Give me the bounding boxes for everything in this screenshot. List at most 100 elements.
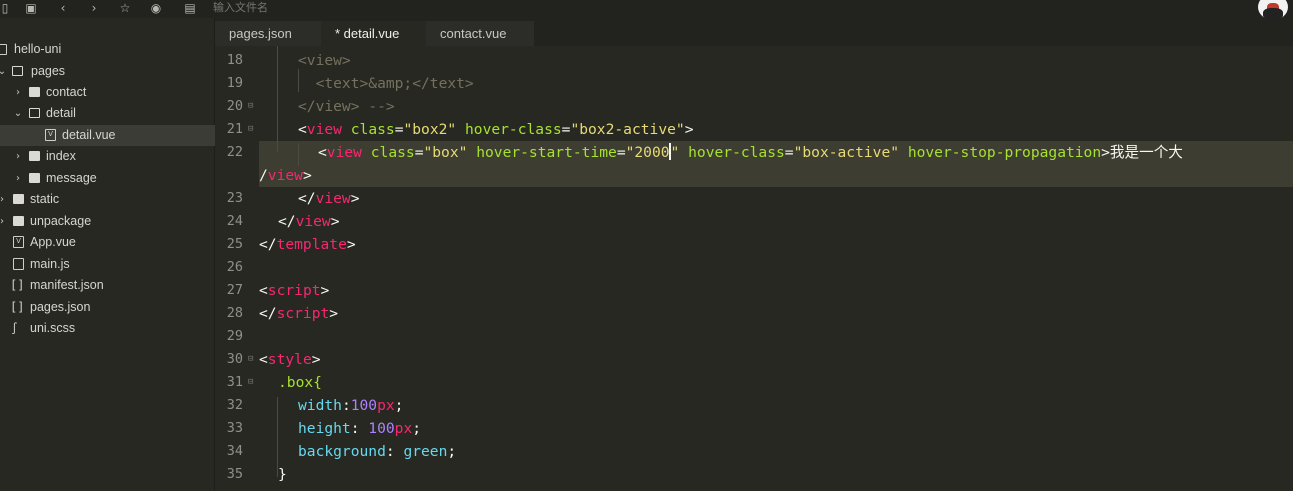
code-line: </template> <box>259 236 356 253</box>
json-file-icon: [] <box>10 300 25 314</box>
code-line: <style> <box>259 351 321 368</box>
line-number: 35 <box>226 466 243 482</box>
code-line-wrapped: /view> <box>259 167 312 184</box>
line-number: 19 <box>226 75 243 91</box>
line-number: 24 <box>226 213 243 229</box>
line-number: 22 <box>226 144 243 160</box>
forward-icon[interactable]: › <box>87 1 101 15</box>
tree-item-label: pages.json <box>30 300 91 314</box>
fold-icon[interactable]: ⊟ <box>248 118 256 141</box>
save-icon[interactable]: ▣ <box>24 1 38 15</box>
js-file-icon <box>13 258 24 270</box>
line-number: 31 <box>226 374 243 390</box>
tree-item-manifest-json[interactable]: [] manifest.json <box>0 275 215 296</box>
fold-icon[interactable]: ⊟ <box>248 348 256 371</box>
folder-icon <box>29 87 40 97</box>
line-number: 27 <box>226 282 243 298</box>
line-number: 32 <box>226 397 243 413</box>
run-icon[interactable]: ◉ <box>149 1 163 15</box>
scss-file-icon: ∫ <box>11 322 18 335</box>
line-number: 26 <box>226 259 243 275</box>
code-line-current: <view class="box" hover-start-time="2000… <box>318 143 1183 161</box>
tree-item-label: unpackage <box>30 214 92 228</box>
tree-item-static[interactable]: › static <box>0 189 215 210</box>
code-line: <view> <box>298 52 351 69</box>
chevron-right-icon[interactable]: › <box>0 211 7 232</box>
line-number: 33 <box>226 420 243 436</box>
tree-item-message[interactable]: › message <box>0 168 215 189</box>
tree-item-label: detail <box>46 106 76 120</box>
tree-item-contact[interactable]: › contact <box>0 82 215 103</box>
tree-item-main-js[interactable]: main.js <box>0 254 215 275</box>
tree-item-pages[interactable]: ⌄ pages <box>0 61 215 82</box>
code-line: background: green; <box>298 443 457 460</box>
line-number: 29 <box>226 328 243 344</box>
fold-icon[interactable]: ⊟ <box>248 371 256 394</box>
project-icon <box>0 44 7 55</box>
folder-open-icon <box>29 108 40 118</box>
line-number: 34 <box>226 443 243 459</box>
indent-guide <box>298 143 299 166</box>
tree-item-hello-uni[interactable]: hello-uni <box>0 39 215 60</box>
code-line: </view> <box>278 213 340 230</box>
tree-item-label: message <box>46 171 97 185</box>
tab-contact-vue[interactable]: contact.vue <box>426 21 534 46</box>
tree-item-unpackage[interactable]: › unpackage <box>0 211 215 232</box>
file-search-input[interactable] <box>213 0 493 16</box>
code-line: <view class="box2" hover-class="box2-act… <box>298 121 694 138</box>
project-explorer: hello-uni ⌄ pages › contact ⌄ detail V d… <box>0 18 215 491</box>
tree-item-label: static <box>30 192 60 206</box>
toolbar: ▯ ▣ ‹ › ☆ ◉ ▤ <box>0 0 1293 20</box>
tree-item-detail[interactable]: ⌄ detail <box>0 103 215 124</box>
tree-item-label: contact <box>46 85 87 99</box>
star-icon[interactable]: ☆ <box>118 1 132 15</box>
tree-item-label: uni.scss <box>30 321 76 335</box>
line-number: 25 <box>226 236 243 252</box>
folder-icon <box>13 216 24 226</box>
code-line: width:100px; <box>298 397 404 414</box>
preview-icon[interactable]: ▤ <box>183 1 197 15</box>
line-number: 20 <box>226 98 243 114</box>
chevron-right-icon[interactable]: › <box>13 146 23 167</box>
tree-item-label: index <box>46 149 76 163</box>
folder-icon <box>29 151 40 161</box>
code-editor[interactable]: 18 19 20 ⊟ 21 ⊟ 22 23 24 25 26 27 28 29 … <box>215 46 1293 491</box>
tree-item-label: manifest.json <box>30 278 104 292</box>
tree-item-uni-scss[interactable]: ∫ uni.scss <box>0 318 215 339</box>
chevron-down-icon[interactable]: ⌄ <box>13 103 23 124</box>
code-line: </script> <box>259 305 339 322</box>
tree-item-label: main.js <box>30 257 70 271</box>
line-number: 23 <box>226 190 243 206</box>
tree-item-label: pages <box>31 64 66 78</box>
tree-item-pages-json[interactable]: [] pages.json <box>0 297 215 318</box>
folder-open-icon <box>12 66 23 76</box>
code-line: </view> --> <box>298 98 395 115</box>
tree-item-index[interactable]: › index <box>0 146 215 167</box>
line-number: 18 <box>226 52 243 68</box>
chevron-right-icon[interactable]: › <box>13 168 23 189</box>
chevron-right-icon[interactable]: › <box>0 189 7 210</box>
tab-bar: pages.json * detail.vue contact.vue <box>215 18 1293 46</box>
back-icon[interactable]: ‹ <box>56 1 70 15</box>
avatar[interactable] <box>1258 0 1288 20</box>
tab-pages-json[interactable]: pages.json <box>215 21 325 46</box>
line-number: 28 <box>226 305 243 321</box>
chevron-right-icon[interactable]: › <box>13 82 23 103</box>
code-line: height: 100px; <box>298 420 422 437</box>
folder-icon <box>29 173 40 183</box>
code-line: <text>&amp;</text> <box>298 75 474 92</box>
tree-item-app-vue[interactable]: V App.vue <box>0 232 215 253</box>
line-number: 30 <box>226 351 243 367</box>
code-line: .box{ <box>278 374 322 391</box>
tree-item-label: detail.vue <box>62 128 116 142</box>
code-line: </view> <box>298 190 360 207</box>
code-line: <script> <box>259 282 330 299</box>
menu-icon[interactable]: ▯ <box>0 1 12 15</box>
tree-item-detail-vue[interactable]: V detail.vue <box>0 125 215 146</box>
vue-file-icon: V <box>13 236 24 248</box>
code-line: } <box>278 466 287 483</box>
folder-icon <box>13 194 24 204</box>
fold-icon[interactable]: ⊟ <box>248 95 256 118</box>
tab-detail-vue[interactable]: * detail.vue <box>321 21 431 46</box>
chevron-down-icon[interactable]: ⌄ <box>0 61 7 82</box>
